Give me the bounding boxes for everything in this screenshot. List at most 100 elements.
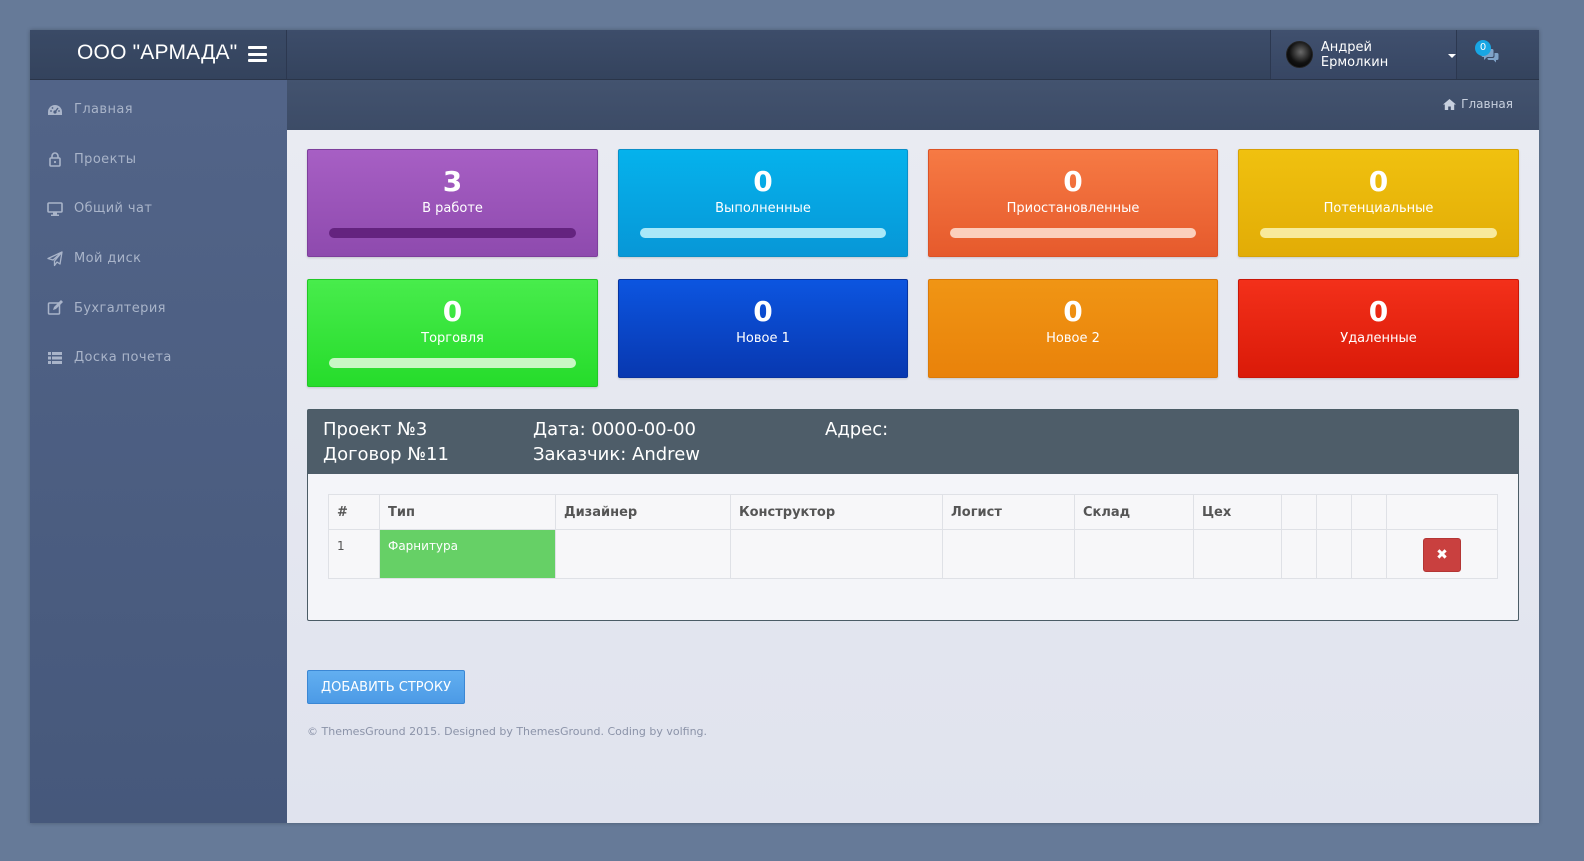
main-content: 3 В работе 0 Выполненные 0 Приостановлен… [287,130,1539,823]
cell-extra-3 [1351,529,1387,579]
sidebar-item-chat[interactable]: Общий чат [30,184,287,234]
chat-count-badge: 0 [1475,40,1491,56]
paper-plane-icon [46,250,63,267]
breadcrumb[interactable]: Главная [1443,97,1513,111]
tile-count: 0 [1368,295,1389,328]
brand-title: ООО "АРМАДА" [77,41,238,64]
cell-extra-2 [1316,529,1352,579]
desktop-icon [46,200,63,217]
delete-row-button[interactable]: ✖ [1423,538,1461,572]
tile-count: 0 [753,295,773,328]
tile-label: Потенциальные [1323,201,1434,216]
sidebar-item-home[interactable]: Главная [30,85,287,135]
chat-notifications-button[interactable]: 0 [1475,40,1505,70]
tile-label: Удаленные [1340,331,1417,346]
tile-label: Новое 1 [736,331,790,346]
breadcrumb-home: Главная [1461,97,1513,111]
breadcrumb-bar: Главная [287,80,1539,130]
tile-label: В работе [422,201,483,216]
avatar [1286,41,1313,68]
tile-label: Новое 2 [1046,331,1100,346]
cell-num: 1 [328,529,380,579]
col-header-extra-1 [1281,494,1317,530]
tile-count: 0 [1368,165,1389,198]
cell-actions: ✖ [1386,529,1498,579]
project-panel: Проект №3 Договор №11 Дата: 0000-00-00 З… [307,409,1519,621]
project-address: Адрес: [825,419,889,440]
cell-type[interactable]: Фарнитура [379,529,556,579]
sidebar: ООО "АРМАДА" Главная Проекты Общий чат М… [30,30,287,823]
tile-progress-bar [950,228,1196,238]
close-icon: ✖ [1436,547,1448,563]
col-header-warehouse: Склад [1074,494,1194,530]
sidebar-item-label: Доска почета [74,350,172,366]
cell-designer[interactable] [555,529,731,579]
project-table: # Тип Дизайнер Конструктор Логист Склад … [328,494,1498,579]
footer-text: © ThemesGround 2015. Designed by ThemesG… [307,725,708,738]
col-header-num: # [328,494,380,530]
col-header-designer: Дизайнер [555,494,731,530]
sidebar-nav: Главная Проекты Общий чат Мой диск Бухга… [30,85,287,383]
col-header-workshop: Цех [1193,494,1282,530]
tile-new-1[interactable]: 0 Новое 1 [618,279,908,378]
project-customer: Заказчик: Andrew [533,444,700,465]
col-header-extra-3 [1351,494,1387,530]
sidebar-item-label: Проекты [74,151,137,167]
tile-trade[interactable]: 0 Торговля [307,279,598,387]
table-row: 1 Фарнитура ✖ [328,529,1498,579]
tile-label: Приостановленные [1006,201,1140,216]
tile-label: Торговля [421,331,484,346]
top-bar: Андрей Ермолкин 0 [287,30,1539,80]
tile-deleted[interactable]: 0 Удаленные [1238,279,1519,378]
cell-extra-1 [1281,529,1317,579]
col-header-logist: Логист [942,494,1075,530]
project-date: Дата: 0000-00-00 [533,419,697,440]
cell-workshop[interactable] [1193,529,1282,579]
chevron-down-icon [1448,53,1456,58]
project-number: Проект №3 [323,419,428,440]
tile-progress-bar [329,358,576,368]
tile-count: 3 [442,165,463,198]
cell-logist[interactable] [942,529,1075,579]
col-header-type: Тип [379,494,556,530]
tile-count: 0 [1063,295,1083,328]
sidebar-item-disk[interactable]: Мой диск [30,234,287,284]
tile-count: 0 [753,165,773,198]
col-header-extra-2 [1316,494,1352,530]
add-row-button[interactable]: ДОБАВИТЬ СТРОКУ [307,670,465,704]
user-menu[interactable]: Андрей Ермолкин [1270,30,1457,79]
tile-in-progress[interactable]: 3 В работе [307,149,598,257]
cell-warehouse[interactable] [1074,529,1194,579]
contract-number: Договор №11 [323,444,449,465]
col-header-constructor: Конструктор [730,494,943,530]
edit-icon [46,300,63,317]
project-header: Проект №3 Договор №11 Дата: 0000-00-00 З… [308,410,1518,474]
tile-progress-bar [1260,228,1497,238]
dashboard-icon [46,101,63,118]
sidebar-item-label: Главная [74,102,133,118]
brand-bar: ООО "АРМАДА" [30,30,287,80]
tile-potential[interactable]: 0 Потенциальные [1238,149,1519,257]
sidebar-item-projects[interactable]: Проекты [30,135,287,185]
list-icon [46,349,63,366]
sidebar-item-honor-board[interactable]: Доска почета [30,333,287,383]
tile-completed[interactable]: 0 Выполненные [618,149,908,257]
sidebar-item-accounting[interactable]: Бухгалтерия [30,283,287,333]
tile-progress-bar [640,228,886,238]
tile-progress-bar [329,228,576,238]
sidebar-item-label: Общий чат [74,201,153,217]
table-header-row: # Тип Дизайнер Конструктор Логист Склад … [328,494,1498,530]
col-header-actions [1386,494,1498,530]
tile-new-2[interactable]: 0 Новое 2 [928,279,1218,378]
sidebar-item-label: Бухгалтерия [74,300,166,316]
cell-constructor[interactable] [730,529,943,579]
home-icon [1443,98,1457,110]
tile-label: Выполненные [715,201,811,216]
tile-count: 0 [1063,165,1083,198]
user-name: Андрей Ермолкин [1320,39,1389,70]
app-window: ООО "АРМАДА" Главная Проекты Общий чат М… [30,30,1539,823]
lock-icon [46,151,63,168]
hamburger-menu-icon[interactable] [248,46,267,62]
tile-count: 0 [442,295,463,328]
tile-suspended[interactable]: 0 Приостановленные [928,149,1218,257]
